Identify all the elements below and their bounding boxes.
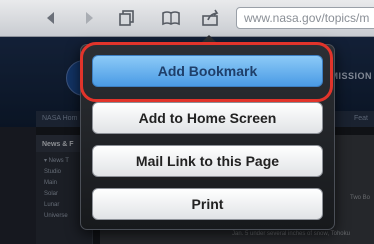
mail-link-button[interactable]: Mail Link to this Page: [92, 145, 323, 177]
add-to-home-screen-button[interactable]: Add to Home Screen: [92, 102, 323, 134]
forward-arrow-icon[interactable]: [78, 8, 100, 28]
address-bar[interactable]: www.nasa.gov/topics/m: [236, 7, 374, 29]
browser-toolbar: www.nasa.gov/topics/m: [0, 0, 374, 37]
share-icon[interactable]: [200, 8, 222, 28]
bookmarks-icon[interactable]: [160, 8, 182, 28]
highlight-annotation: [80, 42, 333, 102]
pages-icon[interactable]: [116, 8, 138, 28]
back-arrow-icon[interactable]: [40, 8, 62, 28]
print-button[interactable]: Print: [92, 188, 323, 220]
